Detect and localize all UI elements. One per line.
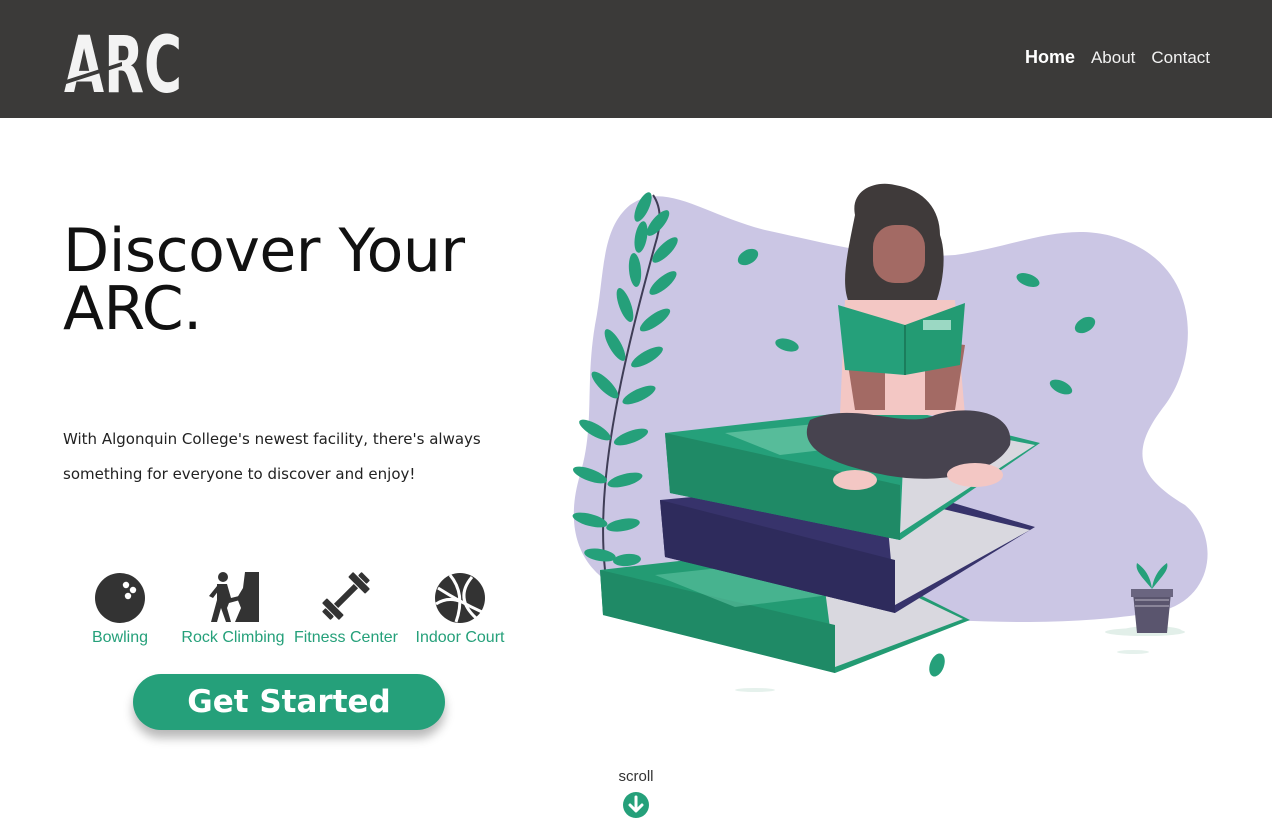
- dumbbell-icon: [322, 572, 370, 620]
- feature-label: Rock Climbing: [181, 629, 285, 646]
- feature-indoor-court[interactable]: Indoor Court: [408, 568, 512, 647]
- svg-text:ARC: ARC: [64, 22, 182, 96]
- nav-home[interactable]: Home: [1025, 47, 1075, 68]
- feature-label: Bowling: [91, 629, 149, 646]
- site-header: ARC Home About Contact: [0, 0, 1272, 118]
- feature-label: Fitness Center: [293, 629, 399, 646]
- get-started-button[interactable]: Get Started: [133, 674, 445, 730]
- feature-rock-climbing[interactable]: Rock Climbing: [178, 568, 288, 647]
- arc-logo[interactable]: ARC: [64, 22, 184, 96]
- nav-contact[interactable]: Contact: [1151, 48, 1210, 68]
- nav-about[interactable]: About: [1091, 48, 1135, 68]
- hero-title: Discover Your ARC.: [63, 216, 465, 344]
- basketball-icon: [435, 573, 485, 623]
- hero-description: With Algonquin College's newest facility…: [63, 430, 481, 483]
- scroll-label: scroll: [618, 768, 654, 785]
- feature-bowling[interactable]: Bowling: [80, 568, 160, 647]
- feature-label: Indoor Court: [415, 629, 505, 646]
- main-nav: Home About Contact: [1025, 47, 1210, 68]
- reading-woman-illustration: [572, 183, 1208, 692]
- bowling-ball-icon: [95, 573, 145, 623]
- arrow-down-circle-icon[interactable]: [622, 791, 650, 819]
- feature-fitness-center[interactable]: Fitness Center: [292, 568, 400, 647]
- scroll-indicator[interactable]: scroll: [596, 768, 676, 819]
- rock-climbing-icon: [209, 572, 259, 622]
